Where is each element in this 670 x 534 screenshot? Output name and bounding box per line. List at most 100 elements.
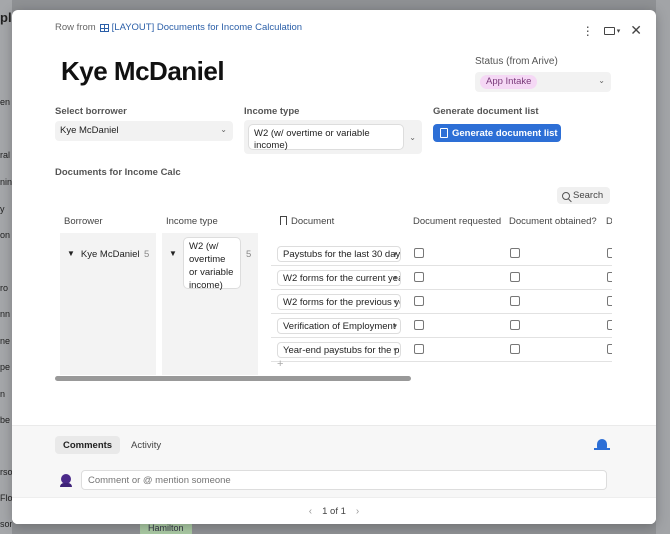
column-header-document-obtained[interactable]: Document obtained? xyxy=(509,216,597,227)
chevron-down-icon: ▾ xyxy=(393,323,397,330)
extra-checkbox[interactable] xyxy=(607,296,612,306)
document-chip[interactable]: Year-end paystubs for the previous year▾ xyxy=(277,342,401,358)
next-record-button[interactable]: › xyxy=(356,506,359,517)
tab-activity[interactable]: Activity xyxy=(123,436,169,454)
chevron-down-icon: ⌄ xyxy=(409,133,416,142)
chevron-down-icon: ▾ xyxy=(393,299,397,306)
background-left-panel: pl en ral nin y on ro nn ne pe n be rso … xyxy=(0,0,12,534)
column-header-income-type[interactable]: Income type xyxy=(166,216,218,227)
document-chip[interactable]: Paystubs for the last 30 days ▾ xyxy=(277,246,401,262)
generate-document-list-button[interactable]: Generate document list xyxy=(433,124,561,142)
table-row[interactable]: Year-end paystubs for the previous year▾ xyxy=(271,338,612,362)
group-borrower-count: 5 xyxy=(144,249,150,260)
expand-view-button[interactable]: ▾ xyxy=(603,26,621,35)
chevron-down-icon: ▾ xyxy=(393,347,397,354)
chevron-down-icon: ▾ xyxy=(393,251,397,258)
document-obtained-checkbox[interactable] xyxy=(510,344,520,354)
bg-fragment: rso xyxy=(0,467,12,477)
close-icon[interactable]: ✕ xyxy=(630,22,642,39)
group-borrower-header[interactable]: ▼ Kye McDaniel xyxy=(67,249,140,260)
document-obtained-checkbox[interactable] xyxy=(510,296,520,306)
document-chip[interactable]: W2 forms for the current year ▾ xyxy=(277,270,401,286)
extra-checkbox[interactable] xyxy=(607,320,612,330)
chevron-down-icon: ▾ xyxy=(616,27,621,35)
group-income-count: 5 xyxy=(246,249,252,260)
document-obtained-checkbox[interactable] xyxy=(510,272,520,282)
search-icon xyxy=(562,191,570,200)
select-borrower-field[interactable]: Kye McDaniel ⌄ xyxy=(55,121,233,141)
breadcrumb-link-label: [LAYOUT] Documents for Income Calculatio… xyxy=(111,22,303,33)
bell-icon[interactable] xyxy=(594,439,610,450)
primary-field-icon xyxy=(280,216,287,225)
table-row[interactable]: Paystubs for the last 30 days ▾ xyxy=(271,242,612,266)
pager: ‹ 1 of 1 › xyxy=(12,497,656,524)
select-borrower-value: Kye McDaniel xyxy=(60,125,119,136)
section-title: Documents for Income Calc xyxy=(55,167,181,178)
previous-record-button[interactable]: ‹ xyxy=(309,506,312,517)
extra-checkbox[interactable] xyxy=(607,344,612,354)
document-name: Year-end paystubs for the previous year xyxy=(283,345,400,356)
column-header-document-label: Document xyxy=(291,216,335,227)
document-chip[interactable]: W2 forms for the previous year ▾ xyxy=(277,294,401,310)
document-requested-checkbox[interactable] xyxy=(414,272,424,282)
document-chip[interactable]: Verification of Employment ▾ xyxy=(277,318,401,334)
select-borrower-label: Select borrower xyxy=(55,106,127,117)
expand-icon xyxy=(603,26,615,35)
document-name: Verification of Employment xyxy=(283,321,396,332)
pager-text: 1 of 1 xyxy=(322,505,346,517)
column-header-document-requested[interactable]: Document requested xyxy=(413,216,501,227)
bg-fragment: ral xyxy=(0,150,11,160)
generate-label: Generate document list xyxy=(433,106,539,117)
record-modal: Row from [LAYOUT] Documents for Income C… xyxy=(12,10,656,524)
modal-actions: ⋮ ▾ ✕ xyxy=(582,22,642,39)
bg-fragment: pe xyxy=(0,362,11,372)
income-type-value: W2 (w/ overtime or variable income) xyxy=(248,124,404,151)
document-requested-checkbox[interactable] xyxy=(414,320,424,330)
extra-checkbox[interactable] xyxy=(607,248,612,258)
bg-fragment: y xyxy=(0,204,5,214)
document-obtained-checkbox[interactable] xyxy=(510,320,520,330)
bg-fragment: ne xyxy=(0,336,11,346)
status-select[interactable]: App Intake ⌄ xyxy=(475,72,611,92)
document-requested-checkbox[interactable] xyxy=(414,344,424,354)
table-row[interactable]: W2 forms for the current year ▾ xyxy=(271,266,612,290)
add-row-button[interactable]: + xyxy=(277,358,283,370)
column-header-borrower[interactable]: Borrower xyxy=(64,216,103,227)
table-row[interactable]: Verification of Employment ▾ xyxy=(271,314,612,338)
document-obtained-checkbox[interactable] xyxy=(510,248,520,258)
document-requested-checkbox[interactable] xyxy=(414,248,424,258)
income-type-field[interactable]: W2 (w/ overtime or variable income) ⌄ xyxy=(244,120,422,154)
page-title: Kye McDaniel xyxy=(61,56,225,86)
horizontal-scrollbar[interactable] xyxy=(55,376,411,381)
breadcrumb-table-link[interactable]: [LAYOUT] Documents for Income Calculatio… xyxy=(99,22,303,33)
group-borrower-name: Kye McDaniel xyxy=(80,249,140,260)
column-header-document[interactable]: Document xyxy=(280,216,334,227)
avatar xyxy=(60,474,72,487)
column-header-more[interactable]: D xyxy=(606,216,612,227)
document-name: W2 forms for the previous year xyxy=(283,297,401,308)
table-row[interactable]: W2 forms for the previous year ▾ xyxy=(271,290,612,314)
document-name: W2 forms for the current year xyxy=(283,273,401,284)
generate-button-label: Generate document list xyxy=(452,127,558,139)
bg-fragment: ro xyxy=(0,283,9,293)
group-income-toggle[interactable]: ▼ xyxy=(169,249,177,258)
document-requested-checkbox[interactable] xyxy=(414,296,424,306)
chevron-down-icon: ⌄ xyxy=(598,76,605,85)
search-button[interactable]: Search xyxy=(557,187,610,204)
more-options-icon[interactable]: ⋮ xyxy=(582,25,594,37)
document-icon xyxy=(440,128,448,138)
bg-fragment: nin xyxy=(0,177,12,187)
tab-comments[interactable]: Comments xyxy=(55,436,121,454)
grid-icon xyxy=(99,23,109,32)
bg-fragment: on xyxy=(0,230,11,240)
comment-input[interactable] xyxy=(81,470,607,490)
collapse-triangle-icon: ▼ xyxy=(169,249,177,258)
bg-fragment: son xyxy=(0,519,12,529)
documents-table: Borrower Income type Document Document r… xyxy=(55,211,612,377)
collapse-triangle-icon: ▼ xyxy=(67,249,75,258)
status-label: Status (from Arive) xyxy=(475,56,558,67)
chevron-down-icon: ⌄ xyxy=(220,125,227,134)
bg-fragment: be xyxy=(0,415,11,425)
extra-checkbox[interactable] xyxy=(607,272,612,282)
status-badge: App Intake xyxy=(480,75,538,89)
